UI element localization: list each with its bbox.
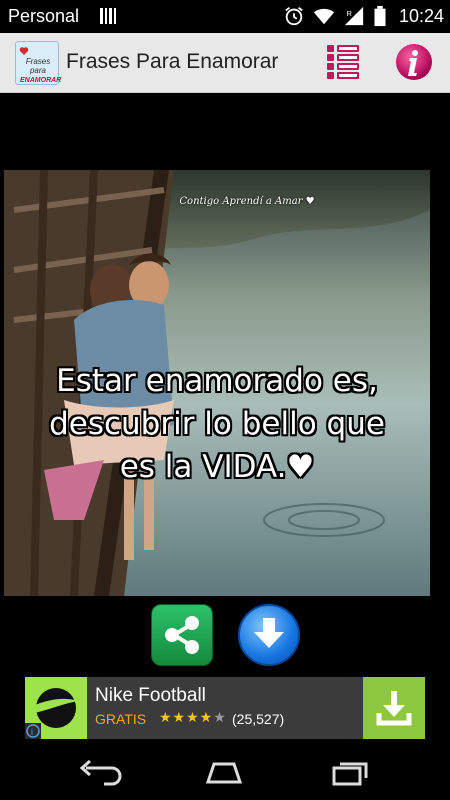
- carrier-name: Personal: [8, 6, 80, 26]
- action-bar: Frases para ENAMORAR Frases Para Enamora…: [0, 33, 450, 93]
- home-icon[interactable]: [200, 758, 248, 786]
- navigation-bar: [0, 744, 450, 800]
- ad-rating-stars: ★★★★★: [159, 709, 227, 725]
- ad-price: GRATIS: [95, 711, 147, 727]
- ad-install-button[interactable]: [363, 677, 425, 739]
- watermark-text: Contigo Aprendí a Amar ♥: [179, 196, 315, 207]
- clock: 10:24: [398, 5, 444, 26]
- quote-line: descubrir lo bello que: [49, 406, 385, 442]
- app-logo[interactable]: Frases para ENAMORAR: [15, 41, 62, 85]
- quote-image[interactable]: Contigo Aprendí a Amar ♥ Estar enamorado…: [4, 170, 430, 596]
- wifi-icon: [313, 8, 335, 25]
- ad-title: Nike Football: [95, 685, 206, 706]
- ad-choices-icon[interactable]: i: [25, 723, 41, 739]
- info-icon[interactable]: [394, 42, 434, 82]
- download-button[interactable]: [238, 604, 300, 666]
- signal-bars-icon: [100, 8, 116, 24]
- download-icon: [254, 618, 284, 648]
- quote-line: es la VIDA.♥: [119, 449, 315, 485]
- alarm-icon: [285, 7, 303, 26]
- cell-signal-icon: R: [344, 6, 364, 26]
- recent-apps-icon[interactable]: [326, 758, 374, 786]
- back-icon[interactable]: [76, 758, 124, 786]
- app-title: Frases Para Enamorar: [66, 50, 279, 73]
- battery-icon: [374, 5, 386, 27]
- ad-rating-count: (25,527): [232, 711, 285, 727]
- ad-banner[interactable]: Nike Football GRATIS ★★★★★ (25,527) i: [25, 677, 425, 739]
- svg-text:R: R: [347, 9, 352, 18]
- quote-text: Estar enamorado es, descubrir lo bello q…: [4, 360, 430, 489]
- share-icon: [165, 616, 199, 654]
- status-bar: Personal R 10:24: [0, 0, 450, 33]
- logo-text: Frases para ENAMORAR: [20, 57, 62, 84]
- quote-line: Estar enamorado es,: [56, 363, 378, 399]
- list-icon[interactable]: [323, 42, 363, 82]
- share-button[interactable]: [151, 604, 213, 666]
- download-icon: [376, 691, 412, 726]
- svg-text:i: i: [31, 727, 33, 737]
